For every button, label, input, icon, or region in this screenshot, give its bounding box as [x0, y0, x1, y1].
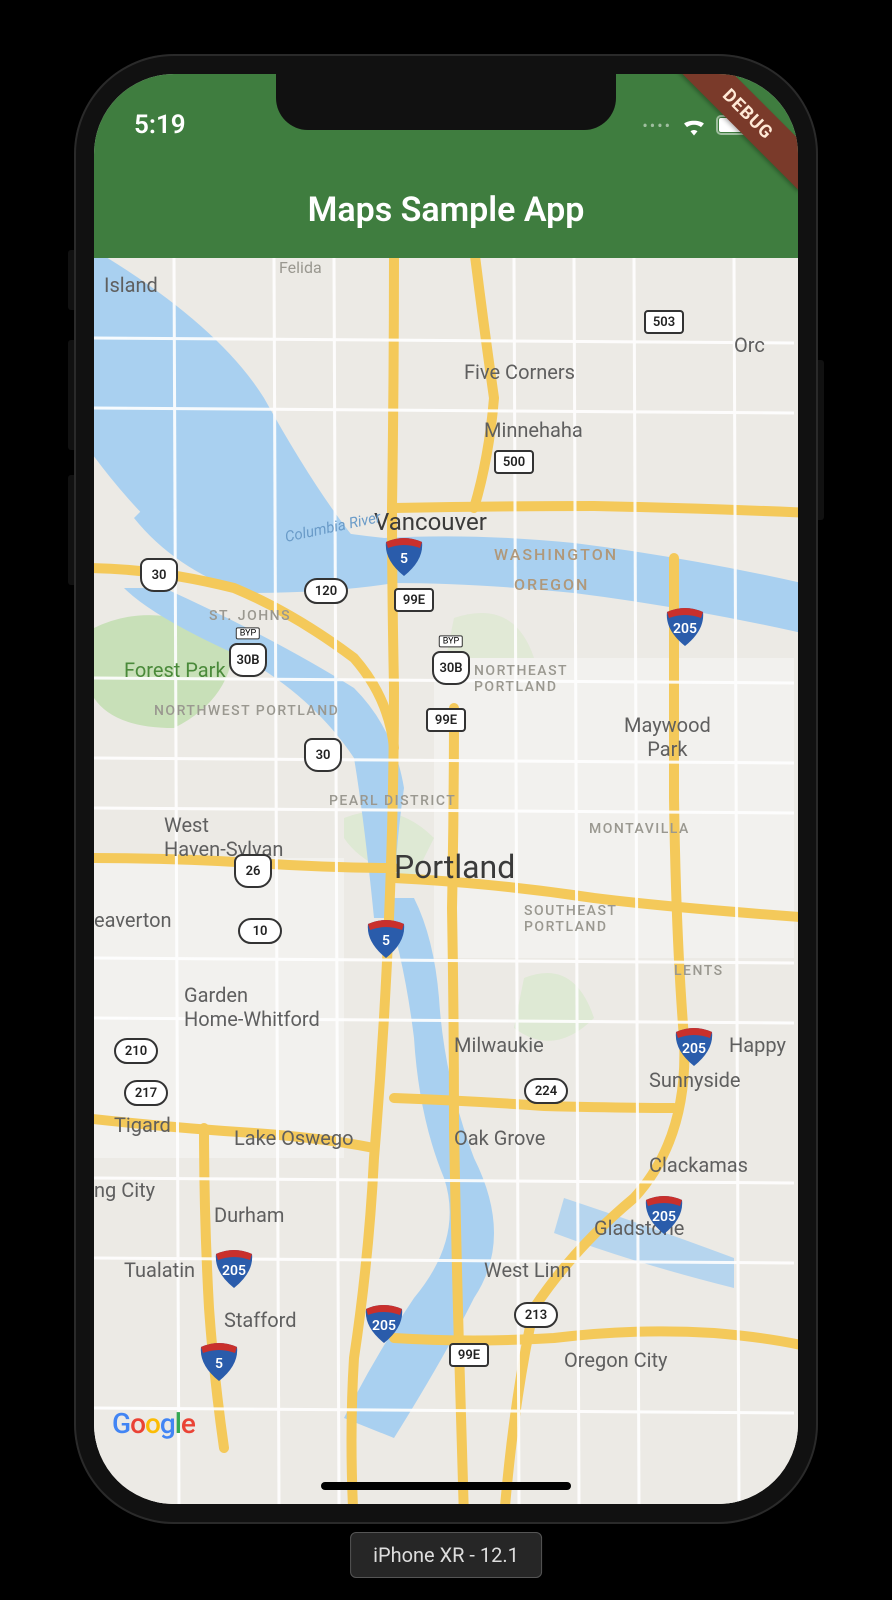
phone-volume-up — [68, 340, 74, 450]
map-canvas — [94, 258, 798, 1504]
app-title: Maps Sample App — [308, 190, 585, 230]
app-bar: Maps Sample App — [94, 162, 798, 258]
shield-byp-1: BYP — [236, 627, 260, 639]
wifi-icon — [680, 114, 708, 136]
map-view[interactable]: Portland Vancouver Five Corners Minnehah… — [94, 258, 798, 1504]
phone-power-button — [818, 360, 824, 520]
simulator-device-label: iPhone XR - 12.1 — [350, 1532, 542, 1578]
status-time: 5:19 — [134, 110, 186, 140]
phone-notch — [276, 74, 616, 130]
cellular-dots-icon: •••• — [642, 116, 672, 135]
phone-silent-switch — [68, 250, 74, 310]
shield-byp-2: BYP — [439, 635, 463, 647]
home-indicator[interactable] — [321, 1482, 571, 1490]
phone-volume-down — [68, 475, 74, 585]
phone-screen: 5:19 •••• DEBUG Maps Sample App — [94, 74, 798, 1504]
phone-frame: 5:19 •••• DEBUG Maps Sample App — [74, 54, 818, 1524]
